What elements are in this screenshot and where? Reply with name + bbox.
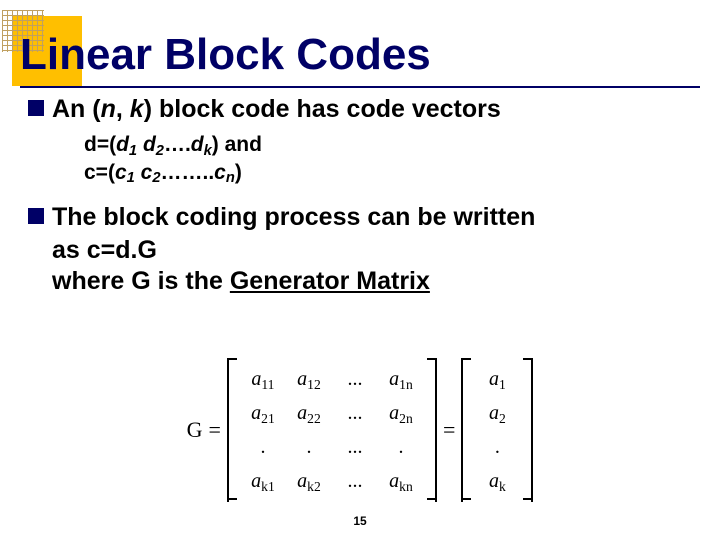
m11: a11: [249, 368, 277, 391]
m14: a1n: [387, 368, 415, 391]
bullet-square-icon: [28, 100, 44, 116]
m13: ...: [341, 368, 369, 391]
v1: a1: [483, 368, 511, 391]
slide-title: Linear Block Codes: [20, 30, 431, 80]
b2-line3: where G is the Generator Matrix: [52, 266, 690, 297]
bullet-1-text: An (n, k) block code has code vectors: [52, 94, 690, 125]
m12: a12: [295, 368, 323, 391]
page-number: 15: [0, 514, 720, 528]
m34: .: [387, 436, 415, 459]
m23: ...: [341, 402, 369, 425]
m24: a2n: [387, 402, 415, 425]
m41: ak1: [249, 470, 277, 493]
bullet-1: An (n, k) block code has code vectors: [28, 94, 690, 125]
eq-sign-2: =: [443, 417, 455, 443]
matrix-rowvec: a1 a2 . ak: [477, 358, 517, 502]
m42: ak2: [295, 470, 323, 493]
generator-matrix-label: Generator Matrix: [230, 267, 430, 295]
matrix-equation: G = a11 a12 ... a1n a21 a22 ... a2n . . …: [0, 358, 720, 502]
m22: a22: [295, 402, 323, 425]
bullet-2: The block coding process can be written: [28, 202, 690, 233]
bracket-left-icon: [461, 358, 471, 502]
title-underline: [20, 86, 700, 88]
bracket-left-icon: [227, 358, 237, 502]
v3: .: [483, 436, 511, 459]
m31: .: [249, 436, 277, 459]
m21: a21: [249, 402, 277, 425]
b2-line2: as c=d.G: [52, 235, 690, 266]
slide: Linear Block Codes An (n, k) block code …: [0, 0, 720, 540]
v4: ak: [483, 470, 511, 493]
m43: ...: [341, 470, 369, 493]
b2-line1: The block coding process can be written: [52, 202, 535, 233]
m32: .: [295, 436, 323, 459]
bullet-2-text: The block coding process can be written: [52, 202, 535, 233]
bracket-right-icon: [427, 358, 437, 502]
m33: ...: [341, 436, 369, 459]
eq-sign: =: [209, 417, 221, 443]
content: An (n, k) block code has code vectors d=…: [28, 94, 690, 298]
bullet-square-icon: [28, 208, 44, 224]
m44: akn: [387, 470, 415, 493]
sub-d: d=(d1 d2….dk) and: [84, 131, 690, 158]
sub-c: c=(c1 c2……..cn): [84, 159, 690, 186]
matrix-full: a11 a12 ... a1n a21 a22 ... a2n . . ... …: [243, 358, 421, 502]
bracket-right-icon: [523, 358, 533, 502]
v2: a2: [483, 402, 511, 425]
matrix-G: G: [187, 417, 203, 443]
